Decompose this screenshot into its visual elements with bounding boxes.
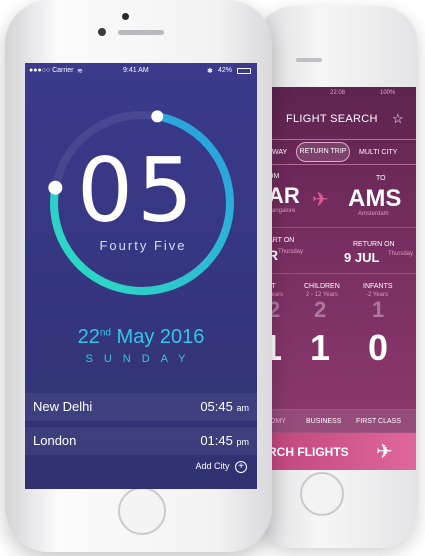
clock-minutes: Fourty Five: [99, 238, 187, 253]
tab-one-way[interactable]: WAY: [272, 149, 287, 156]
city-time: 01:45 pm: [200, 433, 249, 448]
from-city: Bangalore: [268, 208, 296, 214]
ring-handle-end[interactable]: [151, 110, 164, 123]
city-name: London: [33, 433, 77, 448]
divider: [268, 273, 416, 274]
infants-count[interactable]: 0: [368, 327, 388, 369]
infants-label: INFANTS: [363, 283, 393, 290]
speaker: [118, 30, 164, 35]
city-time-period: am: [236, 403, 249, 413]
divider: [268, 227, 416, 228]
speaker: [296, 58, 322, 62]
date-day: 22: [77, 326, 100, 348]
tab-return-trip[interactable]: RETURN TRIP: [296, 142, 350, 162]
weekday: SUNDAY: [85, 353, 197, 365]
status-battery: 100%: [380, 90, 396, 96]
infants-count-prev: 1: [372, 297, 385, 322]
plus-circle-icon: +: [235, 461, 247, 473]
list-item-city[interactable]: London 01:45 pm: [25, 427, 257, 455]
children-count-prev: 2: [314, 297, 327, 322]
clock-screen: ●●●○○ Carrier ≋ 9:41 AM ✱ 42% 05 Fourty …: [25, 63, 257, 489]
home-button[interactable]: [300, 472, 344, 516]
to-label: TO: [376, 175, 386, 182]
search-flights-button[interactable]: RCH FLIGHTS ✈: [268, 433, 416, 470]
tab-multi-city[interactable]: MULTI CITY: [359, 149, 397, 156]
date-label: 22nd May 2016: [25, 326, 257, 349]
to-city: Amsterdam: [358, 211, 389, 217]
depart-day: Thursday: [278, 249, 304, 255]
front-camera: [98, 28, 106, 36]
date-month-year: May 2016: [116, 326, 205, 348]
to-code[interactable]: AMS: [348, 185, 401, 213]
city-time-period: pm: [236, 437, 249, 447]
return-day: Thursday: [388, 251, 414, 257]
airplane-icon: ✈: [312, 189, 329, 211]
class-selector: OMY BUSINESS FIRST CLASS: [268, 409, 416, 433]
flight-search-screen: 22:08 100% FLIGHT SEARCH ☆ WAY RETURN TR…: [268, 87, 416, 470]
ring-handle-start[interactable]: [48, 180, 63, 195]
city-name: New Delhi: [33, 399, 93, 414]
return-label: RETURN ON: [353, 241, 395, 248]
return-value[interactable]: 9 JUL: [344, 250, 379, 265]
date-suffix: nd: [99, 327, 111, 339]
add-city-label: Add City: [195, 461, 230, 471]
home-button[interactable]: [118, 487, 166, 535]
list-item-city[interactable]: New Delhi 05:45 am: [25, 393, 257, 421]
city-time-value: 01:45: [200, 433, 233, 448]
children-label: CHILDREN: [304, 283, 340, 290]
airplane-icon: ✈: [376, 441, 393, 463]
class-economy[interactable]: OMY: [270, 418, 286, 425]
class-first[interactable]: FIRST CLASS: [356, 418, 401, 425]
page-title: FLIGHT SEARCH: [286, 113, 378, 125]
add-city-button[interactable]: Add City +: [195, 461, 247, 473]
city-time: 05:45 am: [200, 399, 249, 414]
camera: [122, 13, 129, 20]
city-time-value: 05:45: [200, 399, 233, 414]
search-label: RCH FLIGHTS: [268, 445, 349, 459]
children-count[interactable]: 1: [310, 327, 330, 369]
class-business[interactable]: BUSINESS: [306, 418, 341, 425]
clock-hour: 05: [77, 139, 197, 242]
status-time: 22:08: [330, 90, 346, 96]
star-icon[interactable]: ☆: [392, 111, 404, 127]
from-code[interactable]: AR: [268, 183, 300, 209]
